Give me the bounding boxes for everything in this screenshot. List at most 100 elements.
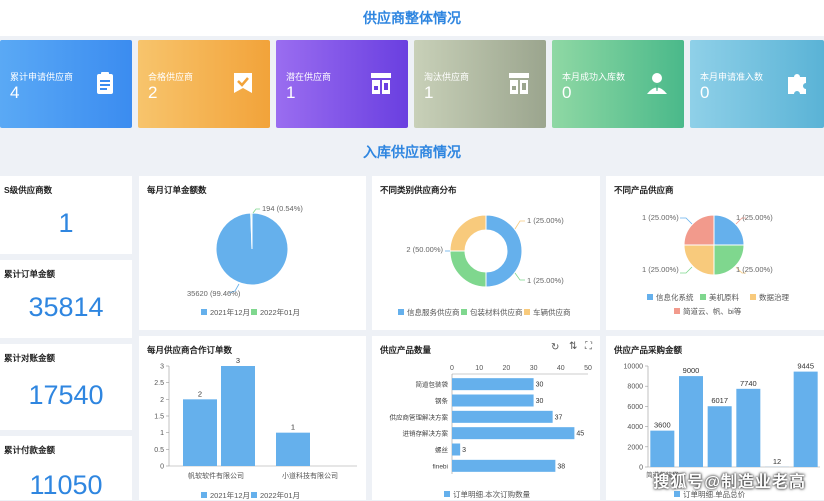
y-tick-label: 8000 <box>627 384 643 391</box>
store-icon <box>368 70 394 96</box>
bar <box>794 372 818 467</box>
check-icon <box>230 70 256 96</box>
data-label: 30 <box>536 382 544 389</box>
x-tick-label: 40 <box>557 365 565 372</box>
kpi-value: 0 <box>562 83 571 103</box>
data-label: 1 (25.00%) <box>642 213 679 222</box>
legend-swatch <box>444 491 450 497</box>
legend-swatch <box>750 294 756 300</box>
kpi-value: 1 <box>424 83 433 103</box>
label-line <box>680 218 692 224</box>
puzzle-icon <box>784 70 810 96</box>
kpi-value: 2 <box>148 83 157 103</box>
data-label: 12 <box>773 457 781 466</box>
x-tick-label: 50 <box>584 365 592 372</box>
legend-label: 数据治理 <box>759 292 789 302</box>
kpi-card[interactable]: 本月申请准入数0 <box>690 40 824 128</box>
data-label: 1 (25.00%) <box>736 265 773 274</box>
label-line <box>253 209 260 213</box>
legend-swatch <box>398 309 404 315</box>
x-tick-label: 帆软软件有限公司 <box>188 471 244 480</box>
kpi-label: 累计申请供应商 <box>10 70 73 83</box>
stat-label: S级供应商数 <box>4 184 52 196</box>
kpi-label: 潜在供应商 <box>286 70 331 83</box>
chart-panel-monthly-cooperation-orders: 每月供应商合作订单数 00.511.522.53帆软软件有限公司小道科技有限公司… <box>139 336 366 500</box>
y-tick-label: 2 <box>160 397 164 404</box>
kpi-card[interactable]: 潜在供应商1 <box>276 40 408 128</box>
y-tick-label: 2.5 <box>154 380 164 387</box>
y-tick-label: 钢条 <box>435 396 449 405</box>
kpi-card[interactable]: 本月成功入库数0 <box>552 40 684 128</box>
y-tick-label: finebi <box>432 463 448 470</box>
donut-chart-supplier-category: 2 (50.00%)1 (25.00%)1 (25.00%)信息服务供应商包装材… <box>372 176 600 330</box>
x-tick-label: 10 <box>475 365 483 372</box>
y-tick-label: 6000 <box>627 404 643 411</box>
y-tick-label: 供应商管理解决方案 <box>390 412 449 421</box>
kpi-value: 1 <box>286 83 295 103</box>
legend-label: 简道云、帆、bi等 <box>683 306 742 316</box>
stat-value: 11050 <box>0 470 132 501</box>
data-label: 3 <box>236 356 240 365</box>
kpi-card[interactable]: 合格供应商2 <box>138 40 270 128</box>
bar <box>452 460 555 472</box>
bar <box>452 444 460 456</box>
kpi-label: 合格供应商 <box>148 70 193 83</box>
x-tick-label: 30 <box>530 365 538 372</box>
y-tick-label: 1.5 <box>154 414 164 421</box>
legend-label: 美机原料 <box>709 292 739 302</box>
pie-slice <box>684 215 714 245</box>
x-tick-label: 小道科技有限公司 <box>282 471 338 480</box>
stat-value: 1 <box>0 208 132 239</box>
x-tick-label: 20 <box>503 365 511 372</box>
label-line <box>515 273 525 280</box>
data-label: 30 <box>536 398 544 405</box>
data-label: 1 <box>291 423 295 432</box>
bar <box>221 366 255 466</box>
legend-label: 2021年12月 <box>210 490 250 500</box>
data-label: 3 <box>462 447 466 454</box>
data-label: 45 <box>576 431 584 438</box>
legend-label: 信息服务供应商 <box>407 307 460 317</box>
data-label: 7740 <box>740 379 757 388</box>
y-tick-label: 1 <box>160 430 164 437</box>
legend-label: 包装材料供应商 <box>470 307 523 317</box>
stat-value: 17540 <box>0 380 132 411</box>
data-label: 1 (25.00%) <box>736 213 773 222</box>
y-tick-label: 2000 <box>627 444 643 451</box>
legend-swatch <box>524 309 530 315</box>
label-line <box>680 267 692 273</box>
y-tick-label: 简道包装袋 <box>416 380 449 389</box>
clipboard-icon <box>92 70 118 96</box>
bar <box>736 389 760 467</box>
bar <box>452 427 574 439</box>
pie-chart-monthly-order-amount: 35620 (99.46%)194 (0.54%)2021年12月2022年01… <box>139 176 366 330</box>
data-label: 1 (25.00%) <box>527 276 564 285</box>
y-tick-label: 4000 <box>627 424 643 431</box>
data-label: 1 (25.00%) <box>527 216 564 225</box>
stat-label: 累计对账金额 <box>4 352 55 364</box>
data-label: 2 <box>198 389 202 398</box>
kpi-value: 4 <box>10 83 19 103</box>
watermark: 搜狐号@制造业老高 <box>653 468 806 492</box>
data-label: 38 <box>557 463 565 470</box>
hbar-chart-product-quantity: 01020304050简道包装袋30钢条30供应商管理解决方案37进销存解决方案… <box>372 336 600 500</box>
chart-panel-product-supplier: 不同产品供应商 1 (25.00%)1 (25.00%)1 (25.00%)1 … <box>606 176 824 330</box>
chart-panel-product-quantity: 供应产品数量 ↻ ⇅ ⛶ 01020304050简道包装袋30钢条30供应商管理… <box>372 336 600 500</box>
legend-label: 车辆供应商 <box>533 307 571 317</box>
kpi-card[interactable]: 累计申请供应商4 <box>0 40 132 128</box>
legend-swatch <box>201 309 207 315</box>
label-line <box>515 221 525 229</box>
data-label: 6017 <box>711 396 728 405</box>
legend-label: 2022年01月 <box>260 490 300 500</box>
legend-label: 2022年01月 <box>260 307 300 317</box>
pie-slice <box>450 251 486 287</box>
kpi-card[interactable]: 淘汰供应商1 <box>414 40 546 128</box>
user-icon <box>644 70 670 96</box>
y-tick-label: 3 <box>160 364 164 371</box>
kpi-value: 0 <box>700 83 709 103</box>
stat-value: 35814 <box>0 292 132 323</box>
bar <box>452 395 534 407</box>
legend-label: 订单明细.本次订购数量 <box>453 489 531 499</box>
data-label: 1 (25.00%) <box>642 265 679 274</box>
legend-label: 2021年12月 <box>210 307 250 317</box>
